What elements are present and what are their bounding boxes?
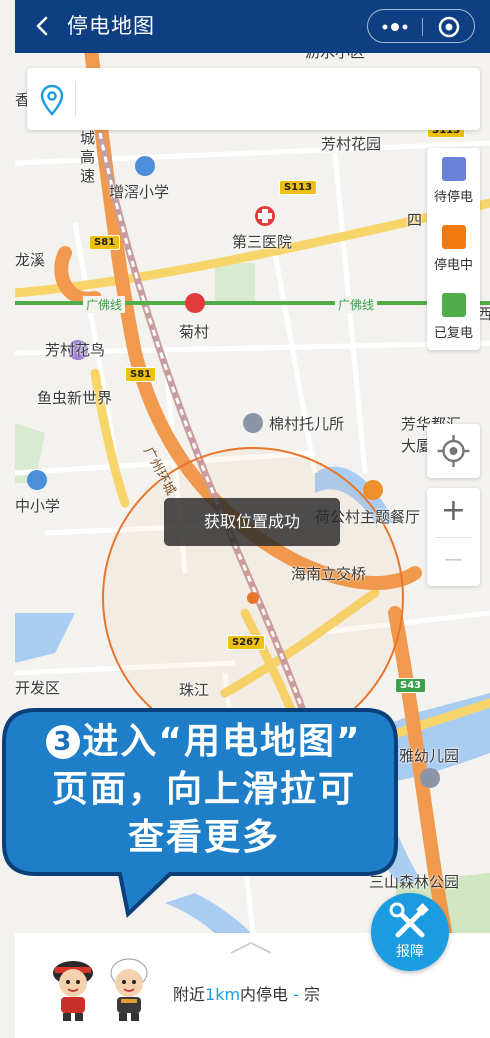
legend-label: 待停电 — [433, 190, 473, 205]
crosshair-icon — [437, 435, 470, 467]
map-label: 开发区 — [15, 679, 61, 697]
legend-item-pending[interactable]: 待停电 — [427, 148, 480, 214]
map-label: 鱼虫新世界 — [37, 389, 113, 407]
mascot-characters-image — [53, 958, 148, 1021]
legend-item-restored[interactable]: 已复电 — [427, 284, 480, 350]
metro-line-label: 广佛线 — [335, 296, 378, 313]
nearby-unit: 宗 — [304, 985, 321, 1004]
legend-swatch — [441, 157, 466, 181]
legend-label: 已复电 — [433, 326, 473, 341]
back-arrow-icon[interactable] — [29, 12, 57, 40]
map-label: 龙溪 — [15, 251, 46, 269]
zoom-control: + — — [427, 488, 480, 586]
map-label: 中小学 — [15, 497, 61, 515]
mini-program-capsule — [367, 9, 475, 43]
map-label: 第三医院 — [232, 233, 293, 251]
zoom-in-button[interactable]: + — [427, 488, 480, 537]
toast-message: 获取位置成功 — [164, 498, 340, 546]
map-label: 棉村托儿所 — [269, 415, 345, 433]
map-label: 芳村花鸟 — [45, 341, 106, 359]
chevron-up-icon[interactable] — [227, 939, 275, 955]
map-label: 珠江 — [179, 681, 210, 699]
metro-line-label: 广佛线 — [83, 296, 126, 313]
location-pin-icon — [40, 84, 64, 116]
legend-label: 停电中 — [433, 258, 473, 273]
map-label: 城 高 速 — [80, 129, 96, 185]
nearby-middle: 内停电 — [240, 985, 289, 1004]
search-input[interactable] — [85, 82, 465, 116]
road-shield: S81 — [125, 367, 157, 382]
nearby-outage-summary: 附近1km内停电 - 宗 — [173, 981, 320, 1005]
road-shield: S113 — [279, 180, 318, 195]
locate-button[interactable] — [427, 424, 480, 478]
target-close-icon — [438, 16, 460, 38]
nearby-distance: 1km — [205, 985, 241, 1004]
map-label: 芳村花园 — [321, 135, 382, 153]
status-legend: 待停电 停电中 已复电 — [427, 148, 480, 350]
legend-swatch — [441, 225, 466, 249]
callout-line-1-text: 进入“用电地图” — [82, 721, 362, 762]
nearby-count: - — [293, 985, 299, 1004]
report-fault-button[interactable]: 报障 — [371, 893, 449, 971]
road-shield: S81 — [89, 235, 121, 250]
map-label: 菊村 — [179, 323, 210, 341]
nearby-prefix: 附近 — [173, 985, 206, 1004]
road-shield: S43 — [395, 678, 427, 693]
zoom-out-button[interactable]: — — [427, 537, 480, 586]
map-label: 海南立交桥 — [291, 565, 367, 583]
search-bar — [27, 68, 480, 130]
tutorial-callout: 3 进入“用电地图” 页面，向上滑拉可 查看更多 — [0, 706, 400, 918]
page-title: 停电地图 — [67, 14, 155, 38]
map-label: 沥水小区 — [305, 53, 365, 62]
wrench-screwdriver-icon — [389, 902, 429, 938]
map-label: 增滘小学 — [109, 183, 170, 201]
app-root: 停电地图 香 城 高 速 芳村花园 增滘小学 第三医院 龙溪 四 广佛线 广佛线… — [0, 0, 490, 1038]
step-number-badge: 3 — [46, 725, 81, 759]
callout-line-1: 3 进入“用电地图” — [18, 718, 390, 766]
nav-header: 停电地图 — [15, 0, 490, 53]
callout-line-2: 页面，向上滑拉可 — [51, 769, 356, 810]
search-divider — [75, 82, 76, 116]
report-label: 报障 — [396, 944, 424, 960]
callout-line-3: 查看更多 — [127, 817, 280, 858]
road-shield: S267 — [227, 635, 266, 650]
more-dots-icon — [382, 23, 408, 31]
more-button[interactable] — [368, 10, 422, 44]
map-label: 四 — [407, 211, 423, 229]
close-button[interactable] — [422, 10, 476, 44]
callout-text: 3 进入“用电地图” 页面，向上滑拉可 查看更多 — [18, 718, 390, 862]
legend-swatch — [441, 293, 466, 317]
legend-item-outage[interactable]: 停电中 — [427, 216, 480, 282]
